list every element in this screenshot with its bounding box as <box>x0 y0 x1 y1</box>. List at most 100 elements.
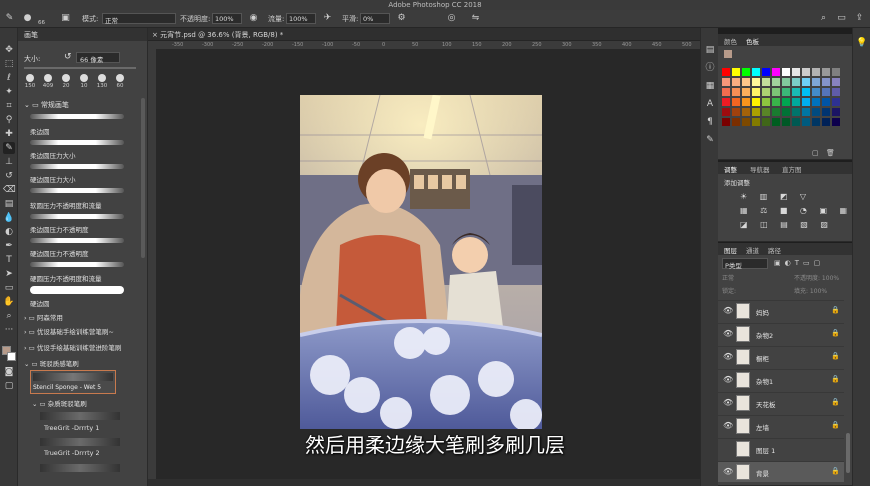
gear-icon[interactable]: ⚙ <box>396 13 407 24</box>
document-tab[interactable]: × 元宵节.psd @ 36.6% (背景, RGB/8) * <box>152 30 283 40</box>
color-swatch[interactable] <box>832 78 840 86</box>
brush-item[interactable]: 硬边圆压力大小 <box>30 174 140 184</box>
tab-paths[interactable]: 路径 <box>768 245 781 255</box>
quick-select-tool-icon[interactable]: ✦ <box>3 86 15 98</box>
color-swatch[interactable] <box>792 68 800 76</box>
shape-tool-icon[interactable]: ▭ <box>3 282 15 294</box>
brush-folder[interactable]: ⌄ ▭ 斑驳质感笔刷 <box>24 358 79 368</box>
learn-icon[interactable]: 💡 <box>856 38 867 48</box>
brush-folder[interactable]: › ▭ 优设手绘基础训练营进阶笔刷 <box>24 342 121 352</box>
adjustment-icons-row[interactable]: ◪ ◫ ▤ ▧ ▨ <box>740 220 833 229</box>
brush-item[interactable]: 柔边圆压力不透明度 <box>30 224 140 234</box>
color-swatch[interactable] <box>812 108 820 116</box>
eye-icon[interactable]: 👁 <box>723 329 733 338</box>
brush-item[interactable]: 硬边圆压力不透明度 <box>30 248 140 258</box>
layer-row[interactable]: 👁 天花板 🔒 <box>718 392 844 413</box>
color-swatch[interactable] <box>732 98 740 106</box>
new-swatch-icon[interactable]: ▢ <box>812 149 819 157</box>
color-swatch[interactable] <box>802 108 810 116</box>
recent-swatch[interactable] <box>724 50 732 58</box>
color-swatch[interactable] <box>742 68 750 76</box>
color-swatch[interactable] <box>782 98 790 106</box>
color-swatch[interactable] <box>822 68 830 76</box>
color-swatch[interactable] <box>792 78 800 86</box>
stamp-tool-icon[interactable]: ⊥ <box>3 156 15 168</box>
color-swatch[interactable] <box>742 88 750 96</box>
tab-adjustments[interactable]: 调整 <box>724 164 737 174</box>
layer-filter-select[interactable]: P类型 <box>722 258 768 270</box>
color-swatch[interactable] <box>722 88 730 96</box>
brush-settings-icon[interactable]: ▣ <box>60 13 71 24</box>
color-swatch[interactable] <box>762 108 770 116</box>
color-swatch[interactable] <box>822 78 830 86</box>
preset-brush[interactable]: 150 <box>22 74 38 89</box>
color-swatch[interactable] <box>732 88 740 96</box>
brush-size-input[interactable]: 66 像素 <box>76 52 120 64</box>
color-swatch[interactable] <box>812 98 820 106</box>
workspace-icon[interactable]: ▭ <box>836 13 847 24</box>
preset-brush[interactable]: 130 <box>94 74 110 89</box>
smoothing-input[interactable]: 0% <box>360 13 390 24</box>
layer-row[interactable]: 👁 背景 🔒 <box>718 461 844 482</box>
layer-row[interactable]: 👁 杂物2 🔒 <box>718 323 844 344</box>
adjustment-icons-row[interactable]: ▦ ⚖ ■ ◔ ▣ ▦ <box>740 206 852 215</box>
brush-item[interactable]: 软圆压力不透明度和流量 <box>30 200 140 210</box>
color-swatch[interactable] <box>732 108 740 116</box>
character-icon[interactable]: A <box>704 98 716 110</box>
group-general-brushes[interactable]: ⌄ ▭ 常规画笔 <box>24 100 69 110</box>
tab-color[interactable]: 颜色 <box>724 36 737 46</box>
color-swatch[interactable] <box>802 118 810 126</box>
selected-brush[interactable]: Stencil Sponge - Wet 5 <box>30 370 116 394</box>
artwork-canvas[interactable] <box>300 95 542 429</box>
crop-tool-icon[interactable]: ⌗ <box>3 100 15 112</box>
color-swatch[interactable] <box>822 88 830 96</box>
opacity-input[interactable]: 100% <box>212 13 242 24</box>
color-swatch[interactable] <box>752 98 760 106</box>
hand-tool-icon[interactable]: ✋ <box>3 296 15 308</box>
tab-layers[interactable]: 图层 <box>724 245 737 255</box>
color-swatch[interactable] <box>722 108 730 116</box>
tab-brushes[interactable]: 画笔 <box>24 30 38 40</box>
color-swatch[interactable] <box>832 108 840 116</box>
color-swatch[interactable] <box>792 88 800 96</box>
pressure-opacity-icon[interactable]: ◉ <box>248 13 259 24</box>
info-icon[interactable]: ⓘ <box>704 62 716 74</box>
properties-icon[interactable]: ▦ <box>704 80 716 92</box>
canvas-workspace[interactable] <box>156 49 718 481</box>
color-swatch[interactable] <box>732 118 740 126</box>
color-swatch[interactable] <box>832 118 840 126</box>
healing-tool-icon[interactable]: ✚ <box>3 128 15 140</box>
dodge-tool-icon[interactable]: ◐ <box>3 226 15 238</box>
color-swatch[interactable] <box>782 78 790 86</box>
blur-tool-icon[interactable]: 💧 <box>3 212 15 224</box>
mode-select[interactable]: 正常 <box>102 13 176 25</box>
color-swatch[interactable] <box>752 88 760 96</box>
move-tool-icon[interactable]: ✥ <box>3 44 15 56</box>
share-icon[interactable]: ⇪ <box>854 13 865 24</box>
color-swatch[interactable] <box>762 118 770 126</box>
symmetry-icon[interactable]: ⇋ <box>470 13 481 24</box>
color-swatch[interactable] <box>742 78 750 86</box>
eye-icon[interactable]: 👁 <box>723 375 733 384</box>
brush-subfolder[interactable]: ⌄ ▭ 杂质斑驳笔刷 <box>32 398 87 408</box>
search-icon[interactable]: ⌕ <box>818 13 829 24</box>
brush-panel-scrollbar[interactable] <box>141 98 145 258</box>
color-swatch[interactable] <box>772 88 780 96</box>
preset-brush[interactable]: 60 <box>112 74 128 89</box>
pen-tool-icon[interactable]: ✒ <box>3 240 15 252</box>
brush-item[interactable]: 硬圆压力不透明度和流量 <box>30 273 140 283</box>
close-icon[interactable]: × <box>152 31 160 39</box>
color-swatch[interactable] <box>802 88 810 96</box>
reset-size-icon[interactable]: ↺ <box>64 52 72 62</box>
path-select-tool-icon[interactable]: ➤ <box>3 268 15 280</box>
quick-mask-icon[interactable]: ◙ <box>3 366 15 378</box>
color-swatch[interactable] <box>782 68 790 76</box>
color-swatch[interactable] <box>762 98 770 106</box>
zoom-tool-icon[interactable]: ⌕ <box>3 310 15 322</box>
history-icon[interactable]: ▤ <box>704 44 716 56</box>
eye-icon[interactable]: 👁 <box>723 306 733 315</box>
layer-row[interactable]: 👁 妈妈 🔒 <box>718 300 844 321</box>
color-swatch[interactable] <box>822 108 830 116</box>
trash-icon[interactable]: 🗑 <box>826 149 835 157</box>
layer-opacity[interactable]: 不透明度: 100% <box>794 273 839 282</box>
